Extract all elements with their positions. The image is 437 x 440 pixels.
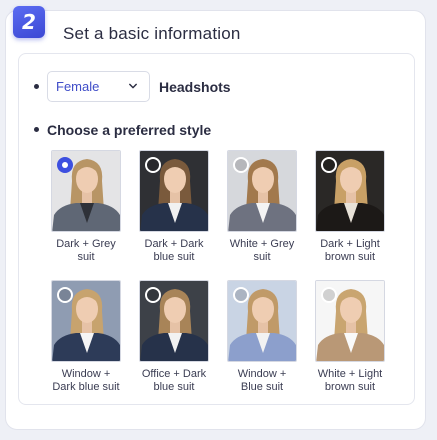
style-caption-line1: Dark + Light [320,238,380,250]
style-option-tile[interactable] [227,150,297,232]
step-number-badge: 2 [13,6,45,38]
style-caption-line1: Window + [61,368,111,380]
style-option-caption: Window + Dark blue suit [41,368,131,394]
style-caption-line1: Window + [237,368,287,380]
style-option-tile[interactable] [139,150,209,232]
gender-select[interactable]: Female [47,71,150,102]
style-option-tile[interactable] [227,280,297,362]
style-caption-line2: Dark blue suit [52,381,120,393]
style-caption-line1: Dark + Dark [144,238,204,250]
style-section-label: Choose a preferred style [47,122,212,138]
style-radio-button[interactable] [233,157,249,173]
style-option-caption: White + Grey suit [217,238,307,264]
style-caption-line2: suit [77,251,95,263]
style-radio-button[interactable] [321,157,337,173]
style-caption-line2: Blue suit [240,381,284,393]
style-radio-button[interactable] [145,157,161,173]
headshots-label: Headshots [159,79,231,95]
style-caption-line2: brown suit [324,251,376,263]
style-radio-button[interactable] [321,287,337,303]
style-radio-button[interactable] [57,157,73,173]
style-option-tile[interactable] [51,150,121,232]
section-title: Set a basic information [63,24,241,43]
style-option-tile[interactable] [315,280,385,362]
style-option-tile[interactable] [315,150,385,232]
gender-select-value: Female [56,79,100,94]
style-radio-button[interactable] [233,287,249,303]
style-option-caption: Window + Blue suit [217,368,307,394]
style-caption-line1: Office + Dark [141,368,207,380]
style-caption-line2: suit [253,251,271,263]
style-caption-line1: White + Grey [229,238,295,250]
bullet-dot [34,127,39,132]
style-option-tile[interactable] [51,280,121,362]
style-caption-line2: brown suit [324,381,376,393]
style-caption-line1: White + Light [317,368,383,380]
style-option-caption: Dark + Grey suit [41,238,131,264]
style-option-caption: Dark + Dark blue suit [129,238,219,264]
style-radio-button[interactable] [57,287,73,303]
style-caption-line2: blue suit [153,251,195,263]
style-caption-line2: blue suit [153,381,195,393]
style-option-caption: Office + Dark blue suit [129,368,219,394]
bullet-dot [34,84,39,89]
style-radio-button[interactable] [145,287,161,303]
style-option-caption: White + Light brown suit [305,368,395,394]
style-option-caption: Dark + Light brown suit [305,238,395,264]
chevron-down-icon [129,83,137,89]
style-caption-line1: Dark + Grey [56,238,116,250]
style-option-tile[interactable] [139,280,209,362]
